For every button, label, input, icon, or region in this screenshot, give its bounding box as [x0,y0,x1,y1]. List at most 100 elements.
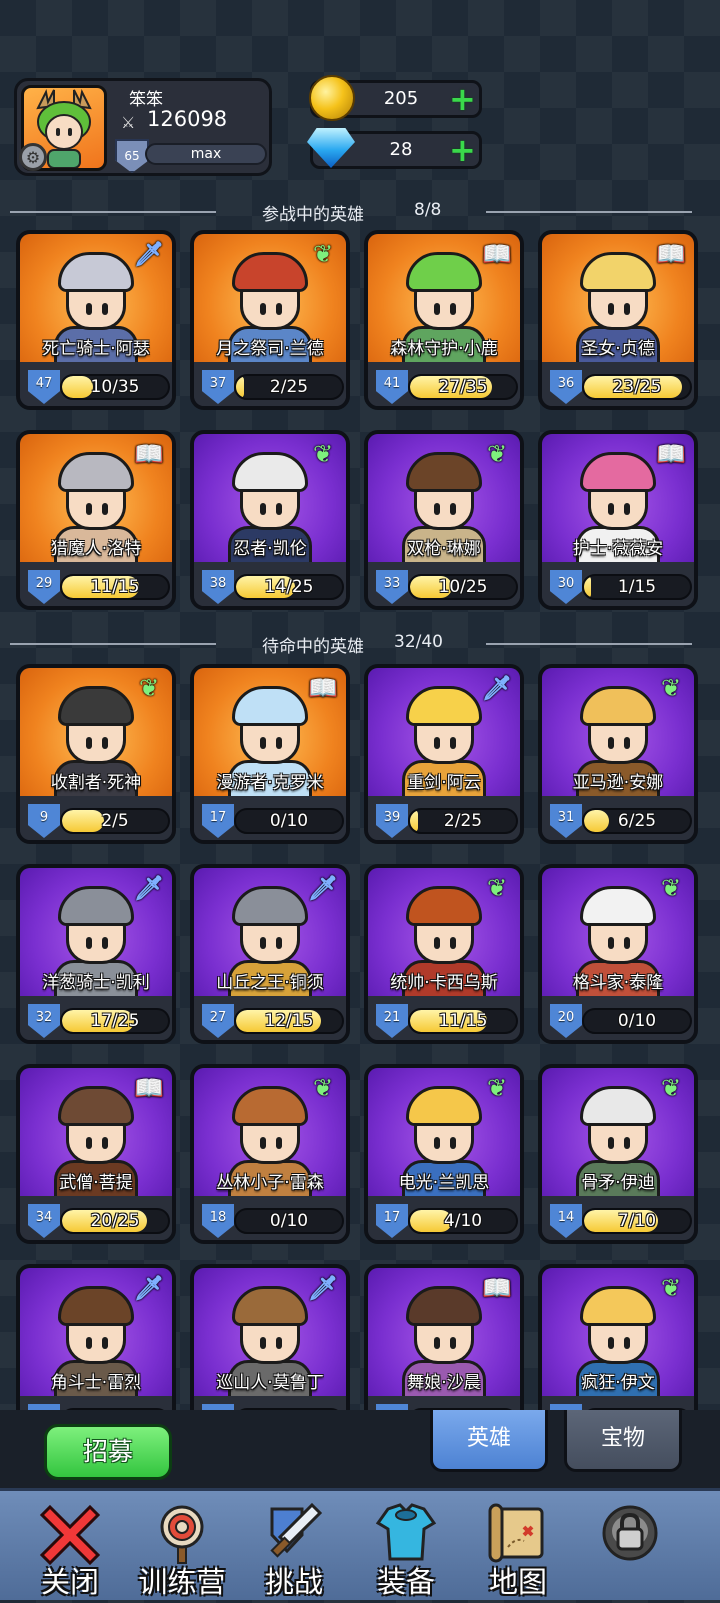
hero-card[interactable]: 📖 猎魔人·洛特 29 11/15 [16,430,176,610]
settings-gear-icon[interactable]: ⚙ [19,143,47,171]
wing-icon: ❦ [312,440,334,468]
hero-portrait: 🗡 重剑·阿云 [368,668,520,800]
hero-name: 猎魔人·洛特 [50,539,142,559]
hero-card[interactable]: ❦ 统帅·卡西乌斯 21 11/15 [364,864,524,1044]
hero-shard-progress-text: 1/15 [617,577,657,597]
hero-hair [232,252,308,292]
bottom-navigation: 关闭 训练营 挑战 装备 地图 [0,1488,720,1600]
hero-footer: 20 0/10 [542,996,694,1040]
hero-card[interactable]: 📖 武僧·菩提 34 20/25 [16,1064,176,1244]
hero-shard-progress-bar: 6/25 [582,808,692,834]
hero-eye [86,503,92,515]
hero-level-badge: 9 [28,804,60,838]
hero-card[interactable]: ❦ 电光·兰凯思 17 4/10 [364,1064,524,1244]
hero-portrait: 🗡 山丘之王·铜须 [194,868,346,1000]
hero-shard-progress-bar: 20/25 [60,1208,170,1234]
hero-card[interactable]: ❦ 忍者·凯伦 38 14/25 [190,430,350,610]
hero-level-badge: 38 [202,570,234,604]
hero-name: 武僧·菩提 [59,1173,133,1193]
wing-icon: ❦ [138,674,160,702]
hero-portrait: 🗡 洋葱骑士·凯利 [20,868,172,1000]
hero-card[interactable]: ❦ 收割者·死神 9 2/5 [16,664,176,844]
hero-card[interactable]: ❦ 月之祭司·兰德 37 2/25 [190,230,350,410]
hero-card[interactable]: ❦ 亚马逊·安娜 31 6/25 [538,664,698,844]
hero-level-badge: 33 [376,570,408,604]
hero-shard-progress-text: 6/25 [617,811,657,831]
hero-shard-progress-bar: 0/10 [582,1008,692,1034]
nav-close[interactable]: 关闭 [14,1491,126,1603]
hero-card[interactable]: ❦ 双枪·琳娜 33 10/25 [364,430,524,610]
hero-card[interactable]: 🗡 重剑·阿云 39 2/25 [364,664,524,844]
locked-icon [598,1501,662,1565]
hero-shard-progress-bar: 11/15 [408,1008,518,1034]
hero-card[interactable]: 🗡 洋葱骑士·凯利 32 17/25 [16,864,176,1044]
nav-map[interactable]: 地图 [462,1491,574,1603]
hero-card[interactable]: 🗡 山丘之王·铜须 27 12/15 [190,864,350,1044]
hero-hair [232,686,308,726]
hero-portrait: ❦ 疯狂·伊文 [542,1268,694,1400]
hero-eye [276,937,282,949]
add-gold-button[interactable]: + [449,83,476,115]
hero-shard-progress-bar: 23/25 [582,374,692,400]
hero-card[interactable]: 🗡 死亡骑士·阿瑟 47 10/35 [16,230,176,410]
hero-shard-progress-bar: 12/15 [234,1008,344,1034]
hero-shard-progress-text: 12/15 [264,1011,314,1031]
hero-portrait: 🗡 巡山人·莫鲁丁 [194,1268,346,1400]
hero-hair [406,252,482,292]
hero-eye [86,1337,92,1349]
hero-eye [434,1337,440,1349]
hero-name: 电光·兰凯思 [398,1173,490,1193]
hero-eye [276,503,282,515]
hero-card[interactable]: 📖 圣女·贞德 36 23/25 [538,230,698,410]
hero-footer: 17 0/10 [194,796,346,840]
wing-icon: ❦ [660,1074,682,1102]
hero-name: 疯狂·伊文 [581,1373,655,1393]
hero-card[interactable]: ❦ 丛林小子·雷森 18 0/10 [190,1064,350,1244]
sword-icon: 🗡 [307,1274,339,1302]
nav-challenge[interactable]: 挑战 [238,1491,350,1603]
hero-portrait: 📖 护士·薇薇安 [542,434,694,566]
gem-value: 28 [389,139,413,160]
hero-eye [450,1137,456,1149]
book-icon: 📖 [656,440,686,468]
hero-eye [434,503,440,515]
hero-card[interactable]: ❦ 格斗家·泰隆 20 0/10 [538,864,698,1044]
tab-treasure[interactable]: 宝物 [564,1410,682,1472]
sword-icon: 🗡 [133,240,165,268]
nav-locked[interactable] [574,1491,686,1603]
sword-icon: 🗡 [133,1274,165,1302]
hero-level-badge: 31 [550,804,582,838]
nav-training-camp[interactable]: 训练营 [126,1491,238,1603]
hero-hair [232,1286,308,1326]
hero-portrait: 📖 武僧·菩提 [20,1068,172,1200]
hero-card[interactable]: 📖 森林守护·小鹿 41 27/35 [364,230,524,410]
hero-shard-progress-text: 10/25 [438,577,488,597]
hero-shard-progress-text: 27/35 [438,377,488,397]
recruit-button[interactable]: 招募 [44,1424,172,1480]
hero-footer: 47 10/35 [20,362,172,406]
hero-level-badge: 37 [202,370,234,404]
add-gems-button[interactable]: + [449,134,476,166]
hero-shard-progress-text: 14/25 [264,577,314,597]
hero-eye [624,503,630,515]
nav-equipment-label: 装备 [376,1565,435,1599]
book-icon: 📖 [482,240,512,268]
tab-heroes[interactable]: 英雄 [430,1410,548,1472]
hero-portrait: ❦ 忍者·凯伦 [194,434,346,566]
hero-card[interactable]: 📖 护士·薇薇安 30 1/15 [538,430,698,610]
hero-footer: 31 6/25 [542,796,694,840]
active-heroes-header: 参战中的英雄 8/8 [0,196,720,226]
standby-heroes-title: 待命中的英雄 [262,637,364,657]
wing-icon: ❦ [660,874,682,902]
nav-equipment[interactable]: 装备 [350,1491,462,1603]
hero-card[interactable]: ❦ 骨矛·伊迪 14 7/10 [538,1064,698,1244]
map-icon [486,1501,550,1565]
player-panel[interactable]: ⚙ 笨笨 ⚔ 126098 65 max [14,78,272,176]
hero-card[interactable]: 📖 漫游者·克罗米 17 0/10 [190,664,350,844]
crossed-swords-icon: ⚔ [121,113,136,132]
hero-level-badge: 30 [550,570,582,604]
hero-name: 骨矛·伊迪 [581,1173,655,1193]
hero-name: 丛林小子·雷森 [216,1173,324,1193]
hero-shard-progress-text: 23/25 [612,377,662,397]
hero-shard-progress-bar: 4/10 [408,1208,518,1234]
